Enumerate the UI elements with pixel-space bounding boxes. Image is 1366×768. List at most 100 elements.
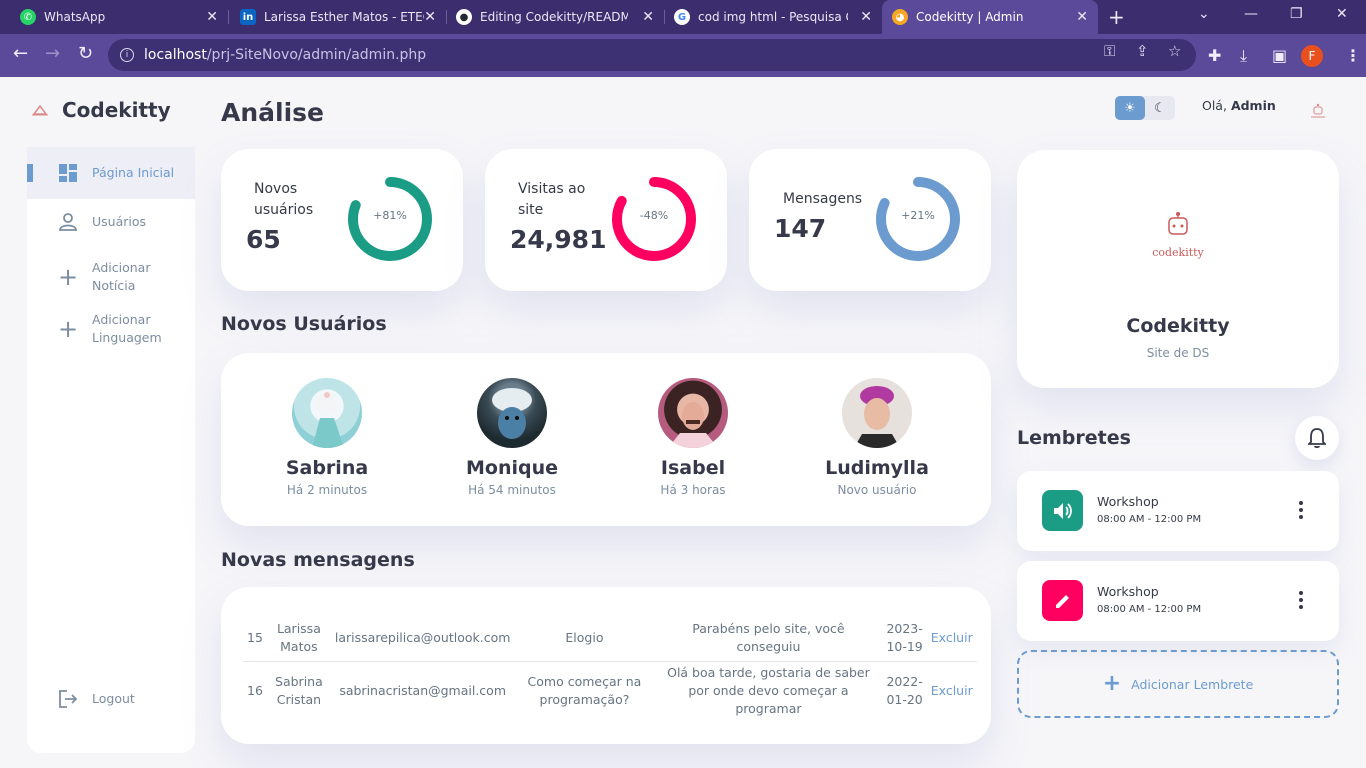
- maximize-icon[interactable]: ❐: [1290, 6, 1303, 22]
- plus-icon: +: [1102, 671, 1122, 696]
- reminder-title: Workshop: [1097, 494, 1159, 509]
- address-bar[interactable]: i localhost/prj-SiteNovo/admin/admin.php: [108, 39, 1196, 71]
- key-icon[interactable]: ⚿: [1104, 42, 1115, 60]
- close-tab-icon[interactable]: ✕: [424, 9, 436, 25]
- stat-value: 147: [774, 214, 827, 243]
- stat-card-new-users: Novos usuários 65 +81%: [221, 149, 463, 291]
- user-card-ludimylla[interactable]: Ludimylla Novo usuário: [787, 378, 967, 497]
- codekitty-logo: codekitty: [1152, 212, 1205, 259]
- url-host: localhost: [144, 47, 207, 63]
- new-tab-button[interactable]: +: [1108, 5, 1125, 29]
- tab-title: cod img html - Pesquisa Google: [698, 10, 848, 24]
- sidebar-item-label: Página Inicial: [92, 165, 175, 180]
- profile-subtitle: Site de DS: [1146, 346, 1210, 360]
- share-icon[interactable]: ⇪: [1136, 42, 1149, 60]
- extensions-icon[interactable]: ✚: [1208, 46, 1221, 65]
- github-icon: ●: [456, 9, 472, 25]
- table-row: 16 Sabrina Cristan sabrinacristan@gmail.…: [243, 661, 977, 721]
- msg-date: 2022-01-20: [886, 674, 923, 708]
- profile-avatar[interactable]: F: [1301, 45, 1323, 67]
- stat-label: Mensagens: [783, 191, 863, 207]
- add-reminder-button[interactable]: + Adicionar Lembrete: [1017, 650, 1339, 718]
- side-panel-icon[interactable]: ▣: [1272, 46, 1287, 65]
- moon-icon[interactable]: ☾: [1145, 96, 1175, 120]
- msg-id: 16: [247, 683, 263, 699]
- browser-tab-google[interactable]: G cod img html - Pesquisa Google ✕: [664, 0, 882, 34]
- user-name: Isabel: [660, 457, 726, 479]
- menu-dots-icon[interactable]: ⋮: [1345, 46, 1361, 65]
- msg-name: Larissa Matos: [266, 615, 331, 662]
- user-card-sabrina[interactable]: Sabrina Há 2 minutos: [237, 378, 417, 497]
- codekitty-logo-icon: [32, 104, 48, 116]
- sidebar-item-add-news[interactable]: + Adicionar Notícia: [27, 259, 195, 295]
- more-options-icon[interactable]: [1299, 501, 1305, 522]
- user-avatar: [842, 378, 912, 448]
- msg-email: sabrinacristan@gmail.com: [339, 683, 506, 699]
- download-icon[interactable]: ⤓: [1240, 46, 1247, 66]
- sun-icon[interactable]: ☀: [1115, 96, 1145, 120]
- brand[interactable]: Codekitty: [30, 98, 171, 122]
- browser-tab-github[interactable]: ● Editing Codekitty/README.md ✕: [446, 0, 664, 34]
- tab-search-icon[interactable]: ⌄: [1198, 6, 1210, 22]
- close-tab-icon[interactable]: ✕: [860, 9, 872, 25]
- browser-tab-codekitty[interactable]: ◕ Codekitty | Admin ✕: [882, 0, 1098, 34]
- sidebar-item-users[interactable]: Usuários: [27, 213, 195, 231]
- stat-percent: +81%: [373, 209, 407, 222]
- msg-subject: Como começar na programação?: [527, 674, 642, 708]
- minimize-icon[interactable]: —: [1244, 6, 1258, 22]
- user-avatar: [292, 378, 362, 448]
- user-name: Ludimylla: [825, 457, 929, 479]
- theme-toggle[interactable]: ☀ ☾: [1115, 96, 1175, 120]
- browser-tabstrip: ✆ WhatsApp ✕ in Larissa Esther Matos - E…: [0, 0, 1366, 34]
- delete-link[interactable]: Excluir: [927, 661, 977, 721]
- greeting-user: Admin: [1230, 98, 1276, 113]
- forward-arrow-icon[interactable]: →: [45, 44, 60, 64]
- sidebar-item-label: Logout: [92, 691, 135, 706]
- reminder-time: 08:00 AM - 12:00 PM: [1097, 514, 1202, 525]
- user-card-isabel[interactable]: Isabel Há 3 horas: [603, 378, 783, 497]
- msg-subject: Elogio: [514, 615, 655, 662]
- stat-card-site-visits: Visitas ao site 24,981 -48%: [485, 149, 727, 291]
- user-card-monique[interactable]: Monique Há 54 minutos: [422, 378, 602, 497]
- user-time: Há 2 minutos: [286, 483, 368, 497]
- reminder-item[interactable]: Workshop 08:00 AM - 12:00 PM: [1017, 471, 1339, 551]
- delete-link[interactable]: Excluir: [926, 615, 977, 662]
- bell-icon: [1308, 428, 1326, 448]
- messages-title: Novas mensagens: [221, 549, 415, 571]
- sidebar-item-logout[interactable]: Logout: [27, 690, 195, 708]
- page-title: Análise: [221, 98, 324, 127]
- messages-table: 15 Larissa Matos larissarepilica@outlook…: [243, 615, 977, 721]
- stat-value: 24,981: [510, 225, 607, 254]
- close-window-icon[interactable]: ✕: [1336, 6, 1348, 22]
- tab-title: Larissa Esther Matos - ETEC de: [264, 10, 424, 24]
- notifications-button[interactable]: [1295, 416, 1339, 460]
- stat-label: Novos usuários: [254, 181, 314, 218]
- reload-icon[interactable]: ↻: [78, 44, 93, 64]
- table-row: 15 Larissa Matos larissarepilica@outlook…: [243, 615, 977, 662]
- msg-id: 15: [243, 615, 267, 662]
- site-info-icon[interactable]: i: [120, 48, 134, 62]
- browser-tab-whatsapp[interactable]: ✆ WhatsApp ✕: [0, 0, 228, 34]
- cat-icon: ◕: [892, 9, 908, 25]
- msg-text: Olá boa tarde, gostaria de saber por ond…: [667, 665, 870, 717]
- logout-icon: [57, 690, 79, 708]
- edit-icon: [1042, 580, 1083, 621]
- user-name: Monique: [465, 457, 558, 479]
- stat-percent: +21%: [901, 209, 935, 222]
- more-options-icon[interactable]: [1299, 591, 1305, 612]
- profile-logo-icon[interactable]: [1308, 102, 1328, 122]
- browser-tab-linkedin[interactable]: in Larissa Esther Matos - ETEC de ✕: [228, 0, 446, 34]
- sidebar-item-add-language[interactable]: + Adicionar Linguagem: [27, 311, 195, 347]
- sidebar-item-home[interactable]: Página Inicial: [27, 147, 195, 199]
- back-arrow-icon[interactable]: ←: [13, 44, 28, 64]
- reminder-item[interactable]: Workshop 08:00 AM - 12:00 PM: [1017, 561, 1339, 641]
- close-tab-icon[interactable]: ✕: [206, 9, 218, 25]
- msg-name: Sabrina Cristan: [275, 674, 323, 708]
- star-icon[interactable]: ☆: [1168, 42, 1181, 60]
- url-path: /prj-SiteNovo/admin/admin.php: [206, 47, 427, 63]
- close-tab-icon[interactable]: ✕: [642, 9, 654, 25]
- sidebar-item-label: Adicionar Notícia: [92, 260, 151, 293]
- reminders-title: Lembretes: [1017, 427, 1131, 449]
- reminder-title: Workshop: [1097, 584, 1159, 599]
- close-tab-icon[interactable]: ✕: [1076, 9, 1088, 25]
